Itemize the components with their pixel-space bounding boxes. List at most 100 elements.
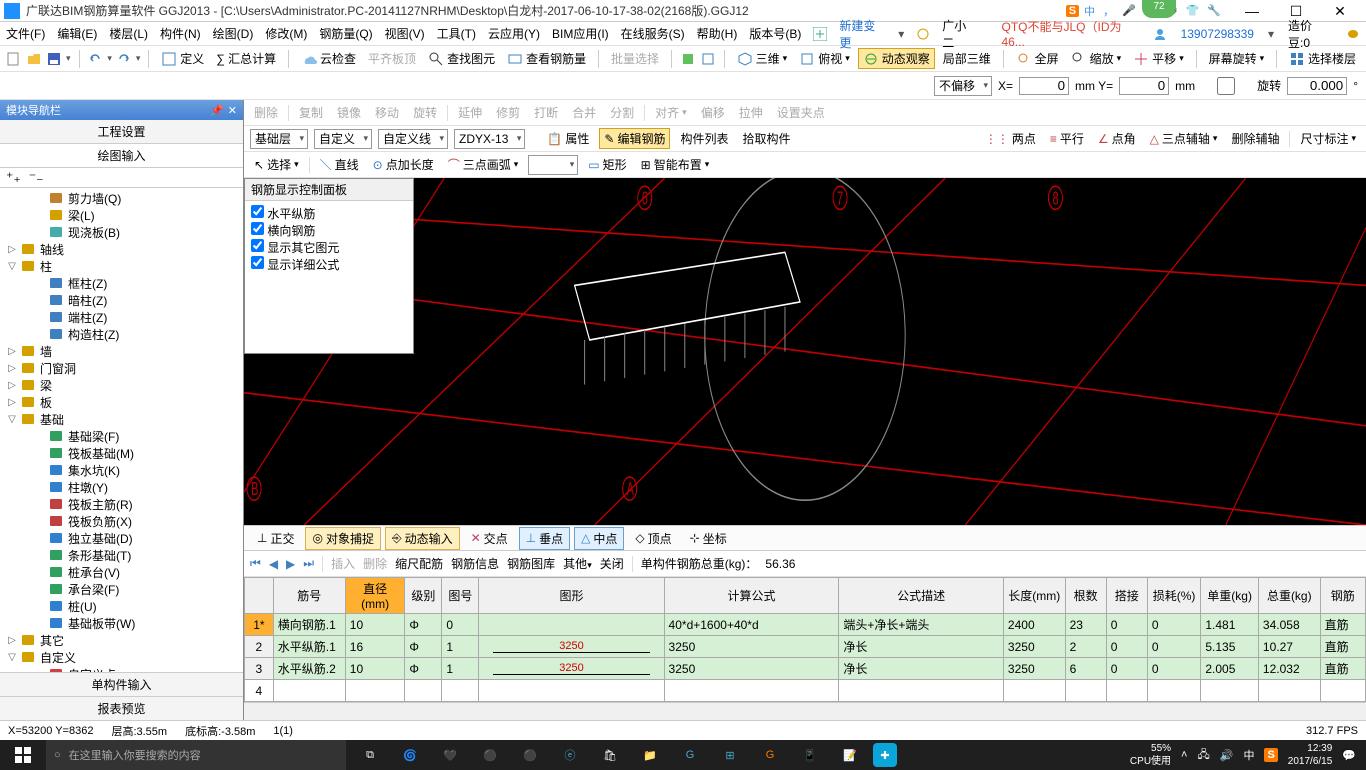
tree-collapse-all-icon[interactable]: ⁻₋	[29, 169, 44, 186]
tab-engineering[interactable]: 工程设置	[0, 120, 243, 144]
x-input[interactable]	[1019, 77, 1069, 95]
save-icon[interactable]	[46, 51, 62, 67]
trim-button[interactable]: 修剪	[492, 103, 524, 122]
tree-item[interactable]: ▽柱	[0, 258, 243, 275]
tb-icon-1[interactable]	[680, 51, 696, 67]
menu-tools[interactable]: 工具(T)	[437, 25, 476, 42]
fushi-button[interactable]: 俯视▾	[795, 49, 854, 68]
tree-item[interactable]: ▷其它	[0, 632, 243, 649]
sidebar-pin-icon[interactable]: 📌	[210, 104, 224, 117]
view-rebar-button[interactable]: 查看钢筋量	[503, 49, 590, 68]
floor-combo[interactable]: 基础层	[250, 129, 308, 149]
two-point-button[interactable]: ⋮⋮两点	[981, 129, 1040, 148]
ime-mic-icon[interactable]: 🎤	[1119, 4, 1139, 17]
offset-button[interactable]: 偏移	[697, 103, 729, 122]
rect-button[interactable]: ▭矩形	[584, 155, 630, 174]
menu-view[interactable]: 视图(V)	[385, 25, 425, 42]
dynamic-input-button[interactable]: ⎆动态输入	[385, 527, 460, 550]
cpu-meter[interactable]: 55%CPU使用	[1130, 742, 1171, 768]
tray-up-icon[interactable]: ˄	[1181, 749, 1187, 761]
tree-expand-all-icon[interactable]: ⁺₊	[6, 169, 21, 186]
tray-ime-s[interactable]: S	[1264, 748, 1277, 762]
copy-button[interactable]: 复制	[295, 103, 327, 122]
rotate-input[interactable]	[1287, 77, 1347, 95]
extend-button[interactable]: 延伸	[454, 103, 486, 122]
ime-wrench-icon[interactable]: 🔧	[1204, 4, 1224, 17]
menu-draw[interactable]: 绘图(D)	[213, 25, 254, 42]
zoom-button[interactable]: 缩放▾	[1067, 49, 1126, 68]
piliang-button[interactable]: 批量选择	[607, 49, 663, 68]
rebar-opt-1[interactable]: 水平纵筋	[251, 205, 407, 222]
tb-app-4[interactable]: ⚫	[510, 740, 550, 770]
tb-edge[interactable]: ⓔ	[550, 740, 590, 770]
ime-s-icon[interactable]: S	[1066, 5, 1079, 17]
tree-item[interactable]: 筏板基础(M)	[0, 445, 243, 462]
object-snap-button[interactable]: ◎对象捕捉	[305, 527, 381, 550]
smart-layout-button[interactable]: ⊞智能布置▾	[637, 155, 714, 174]
select-floor-button[interactable]: 选择楼层	[1285, 49, 1360, 68]
tab-report[interactable]: 报表预览	[0, 696, 243, 720]
menu-bim[interactable]: BIM应用(I)	[552, 25, 609, 42]
rebar-table[interactable]: 筋号直径(mm)级别图号图形计算公式公式描述长度(mm)根数搭接损耗(%)单重(…	[244, 577, 1366, 702]
tree-item[interactable]: ▷墙	[0, 343, 243, 360]
table-row[interactable]: 3水平纵筋.210Φ132503250净长32506002.00512.032直…	[245, 658, 1366, 680]
move-button[interactable]: 移动	[371, 103, 403, 122]
define-button[interactable]: 定义	[157, 49, 208, 68]
rebar-opt-4[interactable]: 显示详细公式	[251, 256, 407, 273]
tree-item[interactable]: 桩(U)	[0, 598, 243, 615]
tree-item[interactable]: 梁(L)	[0, 207, 243, 224]
find-tuyuan-button[interactable]: 查找图元	[424, 49, 499, 68]
rotate-checkbox[interactable]	[1201, 77, 1251, 95]
summary-button[interactable]: ∑ 汇总计算	[212, 49, 280, 68]
table-row[interactable]: 4	[245, 680, 1366, 702]
menu-component[interactable]: 构件(N)	[160, 25, 201, 42]
tab-drawing[interactable]: 绘图输入	[0, 144, 243, 168]
tab-single-input[interactable]: 单构件输入	[0, 672, 243, 696]
yuncheck-button[interactable]: 云检查	[297, 49, 360, 68]
ime-shirt-icon[interactable]: 👕	[1183, 4, 1203, 17]
nav-next-icon[interactable]: ▶	[286, 557, 295, 571]
three-point-aux-button[interactable]: △三点辅轴▾	[1146, 129, 1222, 148]
menu-floor[interactable]: 楼层(L)	[109, 25, 148, 42]
hscrollbar[interactable]	[244, 702, 1366, 720]
search-box[interactable]: ○在这里输入你要搜索的内容	[46, 740, 346, 770]
point-angle-button[interactable]: ∠点角	[1094, 129, 1140, 148]
tree-item[interactable]: ▷门窗洞	[0, 360, 243, 377]
type-combo[interactable]: 自定义线	[378, 129, 448, 149]
phone-link[interactable]: 13907298339	[1181, 27, 1254, 41]
close-detail-button[interactable]: 关闭	[600, 555, 624, 572]
rebar-info-button[interactable]: 钢筋信息	[451, 555, 499, 572]
tree-item[interactable]: 现浇板(B)	[0, 224, 243, 241]
zaojia-label[interactable]: 造价豆:0	[1288, 17, 1332, 51]
menu-help[interactable]: 帮助(H)	[697, 25, 738, 42]
open-icon[interactable]	[26, 51, 42, 67]
merge-button[interactable]: 合并	[568, 103, 600, 122]
guang-icon[interactable]	[916, 27, 930, 41]
nav-first-icon[interactable]: ⏮	[250, 556, 261, 571]
menu-modify[interactable]: 修改(M)	[265, 25, 307, 42]
mirror-button[interactable]: 镜像	[333, 103, 365, 122]
taskview-icon[interactable]: ⧉	[350, 740, 390, 770]
redo-icon[interactable]	[116, 51, 132, 67]
tree-item[interactable]: 集水坑(K)	[0, 462, 243, 479]
tree-item[interactable]: 基础板带(W)	[0, 615, 243, 632]
menu-file[interactable]: 文件(F)	[6, 25, 45, 42]
tb-app-10[interactable]: ✚	[873, 743, 897, 767]
delete-button[interactable]: 删除	[250, 103, 282, 122]
start-button[interactable]	[0, 740, 46, 770]
tb-app-6[interactable]: ⊞	[710, 740, 750, 770]
tree-item[interactable]: 基础梁(F)	[0, 428, 243, 445]
menu-cloud[interactable]: 云应用(Y)	[488, 25, 540, 42]
new-change-link[interactable]: 新建变更	[839, 17, 886, 51]
tree-item[interactable]: ▷板	[0, 394, 243, 411]
menu-online[interactable]: 在线服务(S)	[621, 25, 685, 42]
tb-folder[interactable]: 📁	[630, 740, 670, 770]
suojian-button[interactable]: 缩尺配筋	[395, 555, 443, 572]
undo-icon[interactable]	[87, 51, 103, 67]
guang-link[interactable]: 广小二	[942, 17, 977, 51]
category-combo[interactable]: 自定义	[314, 129, 372, 149]
delete-aux-button[interactable]: 删除辅轴	[1227, 129, 1283, 148]
zuobiao-button[interactable]: ⊹坐标	[683, 527, 734, 550]
edit-rebar-button[interactable]: ✎编辑钢筋	[599, 128, 670, 149]
new-change-icon[interactable]	[813, 27, 827, 41]
